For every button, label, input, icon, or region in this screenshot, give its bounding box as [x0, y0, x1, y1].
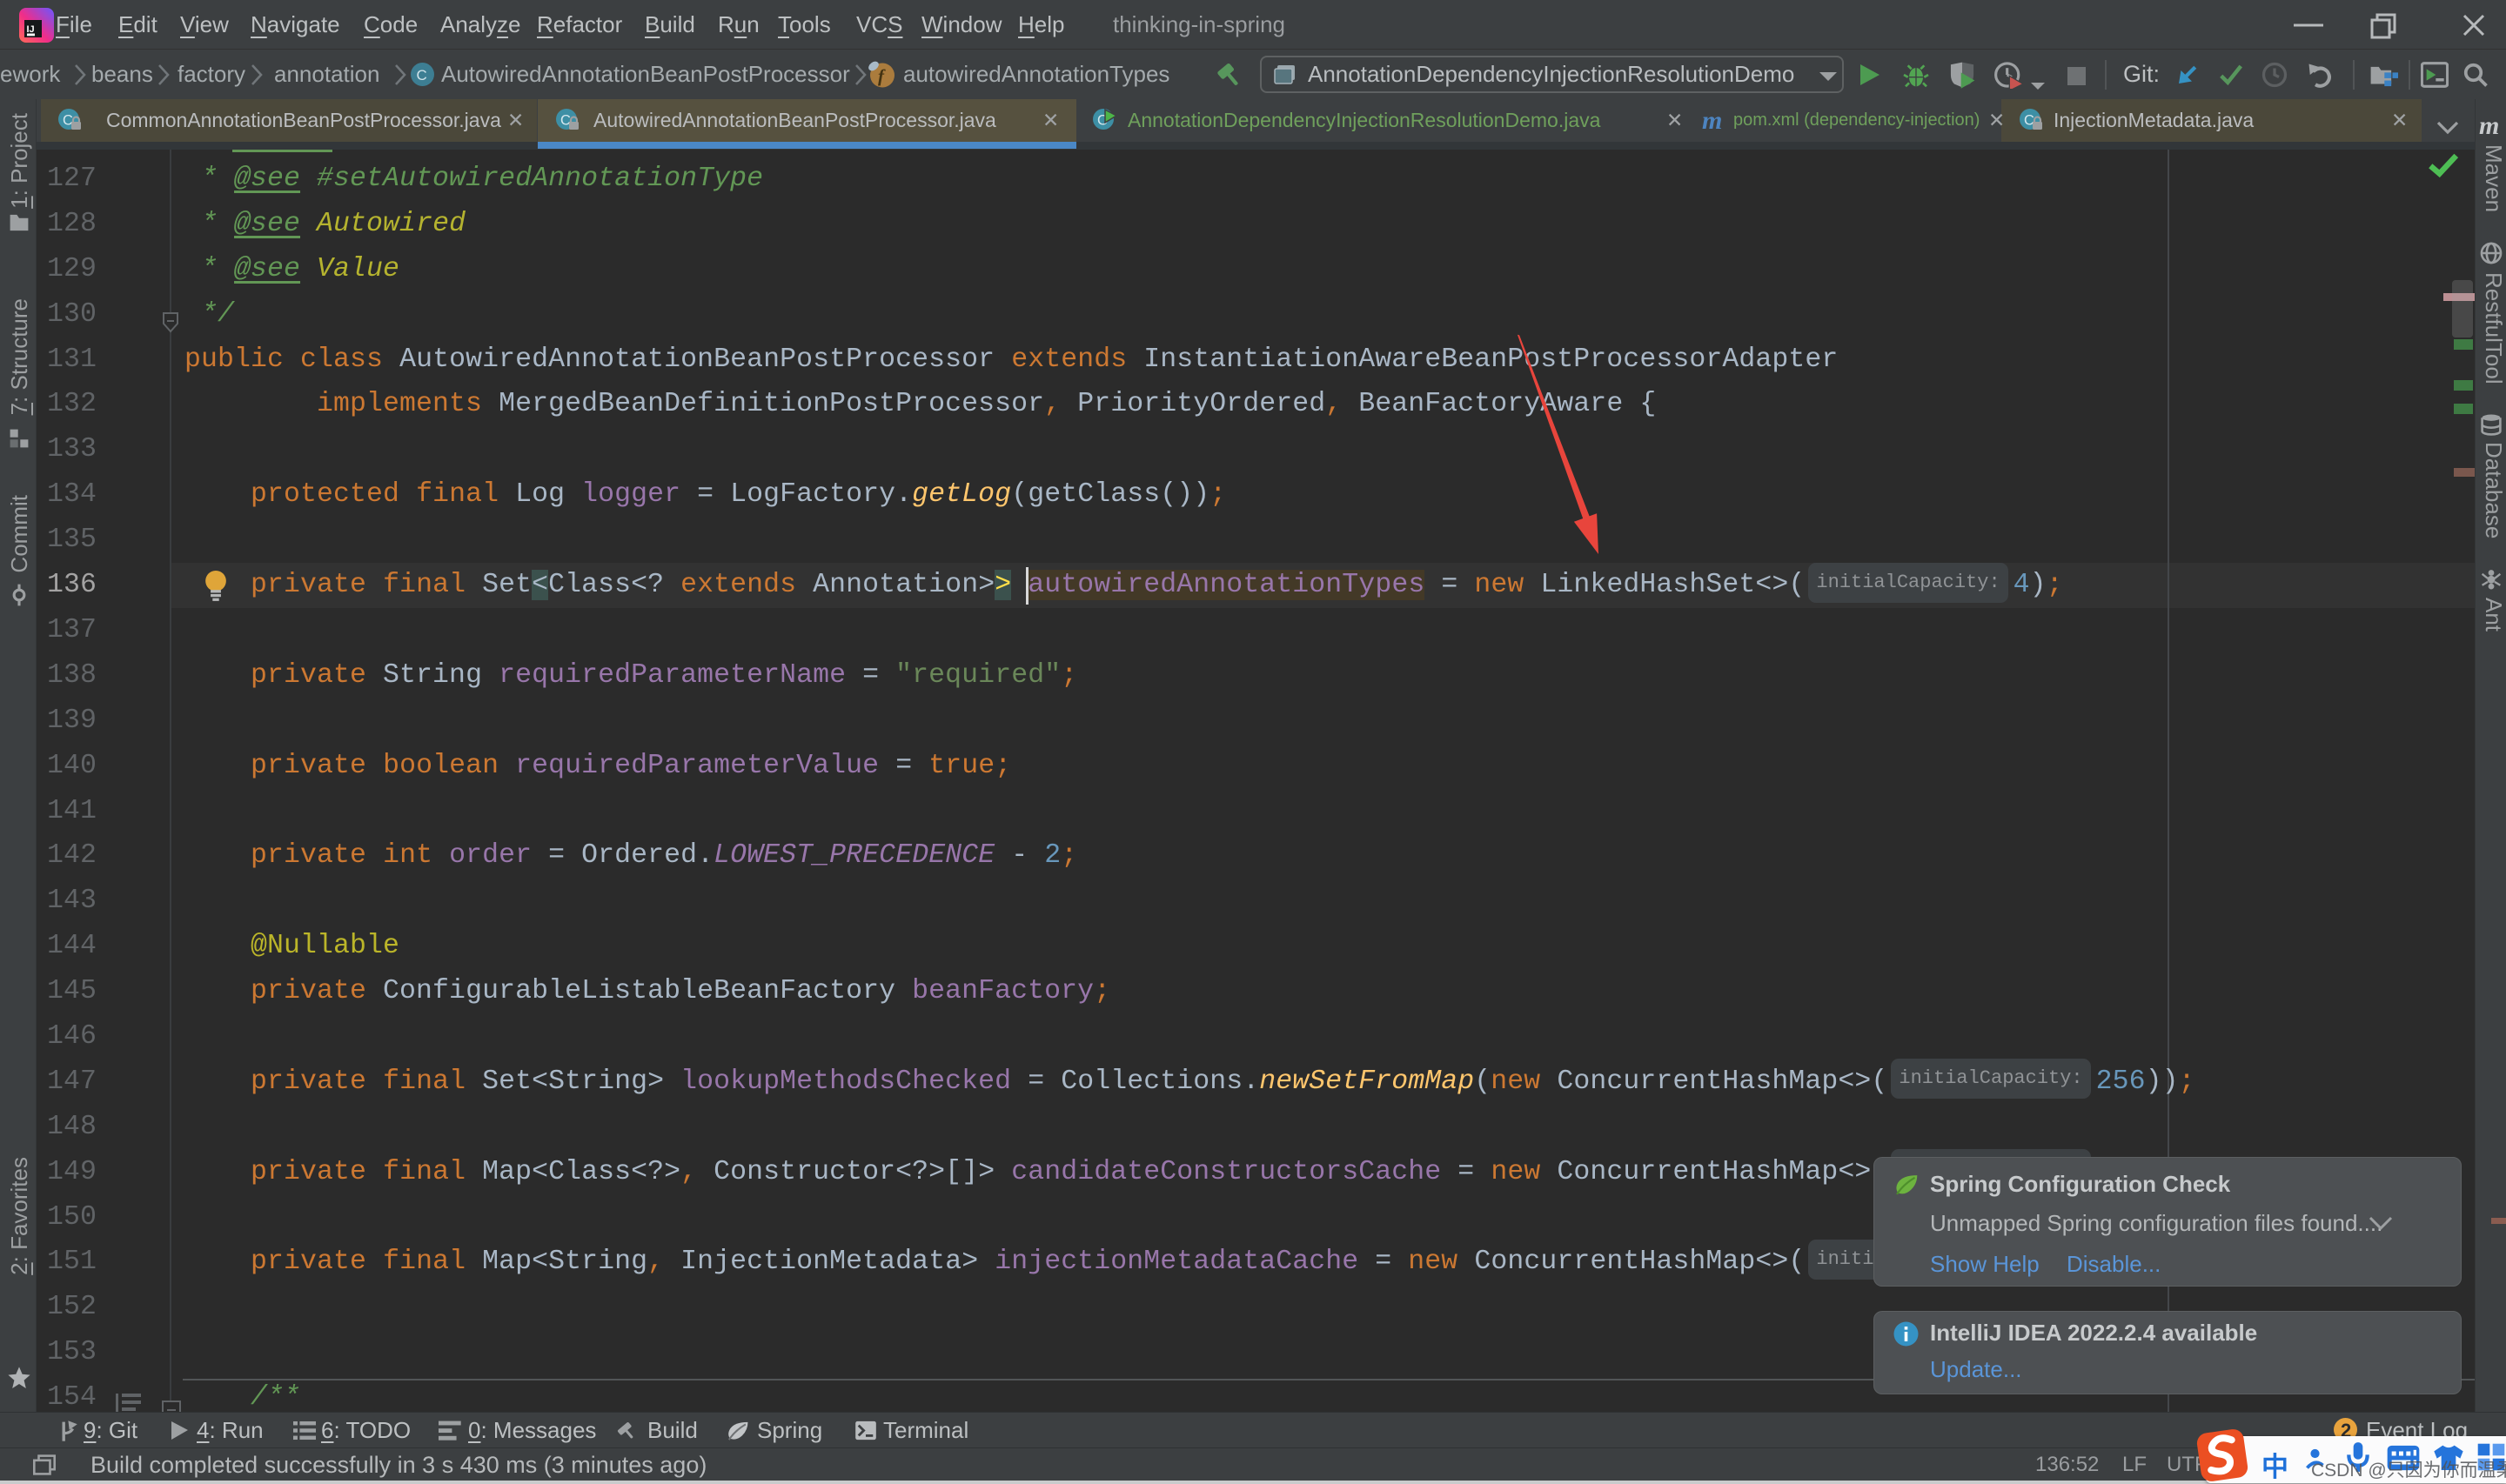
svg-text:C: C	[417, 67, 427, 84]
svg-text:IJ: IJ	[27, 24, 35, 35]
